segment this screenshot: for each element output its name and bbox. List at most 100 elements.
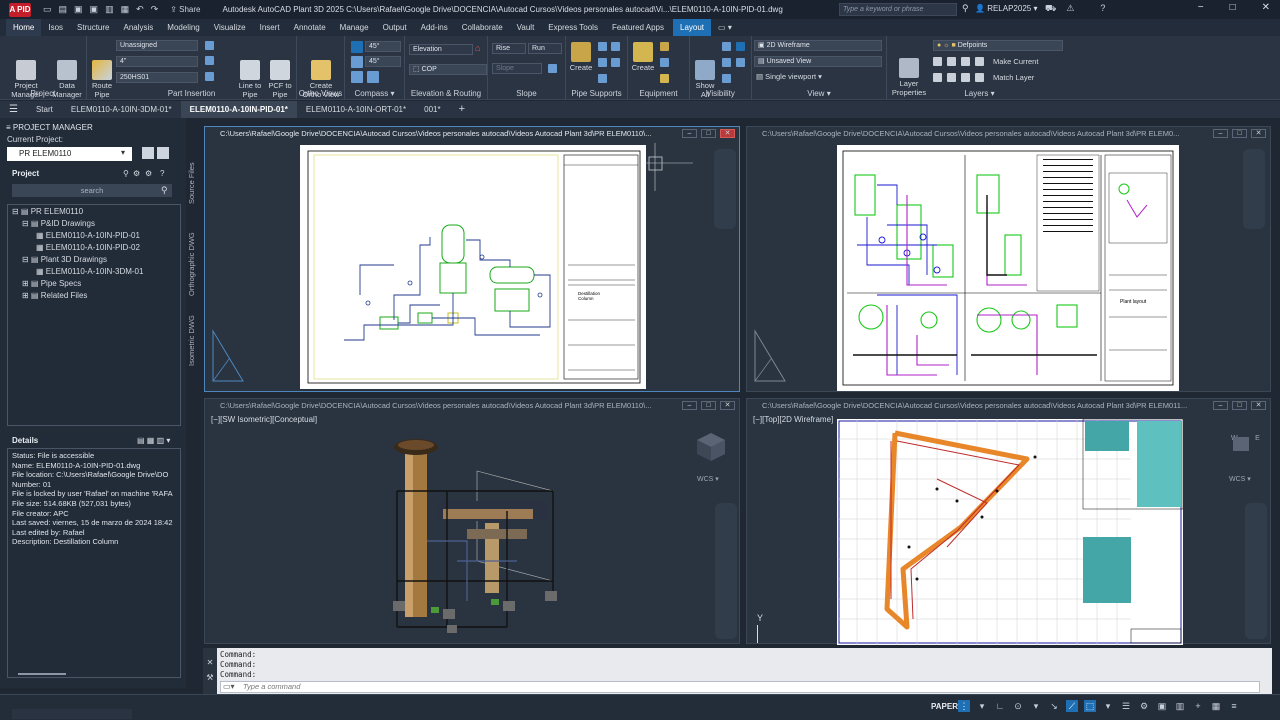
close-icon[interactable]: ✕ xyxy=(1262,2,1270,13)
tab-home[interactable]: Home xyxy=(6,19,42,36)
layer-tool-icon[interactable] xyxy=(961,73,970,82)
compass-toggle-icon[interactable] xyxy=(351,41,363,53)
file-tab[interactable]: ELEM0110-A-10IN-3DM-01* xyxy=(62,101,181,118)
file-tab[interactable]: Start xyxy=(27,101,62,118)
help-icon[interactable]: ? xyxy=(160,169,164,178)
tree-item-pid-01[interactable]: ▦ ELEM0110-A-10IN-PID-01 xyxy=(36,231,140,240)
slope-icon[interactable] xyxy=(548,64,557,73)
maximize-icon[interactable]: □ xyxy=(1232,401,1247,410)
minimize-icon[interactable]: – xyxy=(1213,129,1228,138)
user-account[interactable]: 👤 RELAP2025 ▾ xyxy=(975,4,1037,13)
support-tool-icon[interactable] xyxy=(598,58,607,67)
run-field[interactable]: Run xyxy=(528,43,562,54)
tab-annotate[interactable]: Annotate xyxy=(287,19,333,36)
angle-dropdown-2[interactable]: 45° xyxy=(365,56,401,67)
quick-properties-icon[interactable]: + xyxy=(1192,700,1204,712)
tab-structure[interactable]: Structure xyxy=(70,19,116,36)
app-menu-icon[interactable]: ☰ xyxy=(0,101,27,118)
layer-tool-icon[interactable] xyxy=(947,73,956,82)
file-tab[interactable]: ELEM0110-A-10IN-PID-01* xyxy=(180,101,297,118)
grid-icon[interactable]: ▾ xyxy=(976,700,988,712)
viewport-top-2d[interactable]: C:\Users\Rafael\Google Drive\DOCENCIA\Au… xyxy=(746,398,1271,645)
wrench-icon[interactable]: ⚒ xyxy=(203,673,217,682)
layer-tool-icon[interactable] xyxy=(947,57,956,66)
units-icon[interactable]: ▥ xyxy=(1174,700,1186,712)
wcs-menu[interactable]: WCS ▾ xyxy=(1229,475,1251,483)
app-logo[interactable]: A PID xyxy=(9,2,31,17)
tab-orthographic-dwg[interactable]: Orthographic DWG xyxy=(187,222,201,306)
layout-tabs-strip[interactable] xyxy=(12,709,132,719)
navigation-bar[interactable] xyxy=(715,503,737,639)
help-search-input[interactable]: Type a keyword or phrase xyxy=(839,3,957,16)
snap-icon[interactable]: ⋮ xyxy=(958,700,970,712)
chevron-down-icon[interactable]: ▾ xyxy=(121,148,125,157)
viewcube[interactable] xyxy=(693,429,729,465)
service-dropdown[interactable]: Unassigned xyxy=(116,40,198,51)
new-icon[interactable]: ▭ xyxy=(43,4,52,15)
make-current-button[interactable]: Make Current xyxy=(993,57,1038,66)
selection-cycle-icon[interactable]: ⬚ xyxy=(1084,700,1096,712)
equipment-tool-icon[interactable] xyxy=(660,42,669,51)
minimize-icon[interactable]: – xyxy=(1213,401,1228,410)
compass-icon[interactable] xyxy=(351,71,363,83)
visual-style-dropdown[interactable]: ▣ 2D Wireframe xyxy=(754,40,882,51)
command-line-handle[interactable]: ✕ ⚒ xyxy=(203,648,217,694)
tool-icon[interactable] xyxy=(205,72,214,81)
share-button[interactable]: ⇪ Share xyxy=(170,5,200,14)
annotation-icon[interactable]: ▾ xyxy=(1102,700,1114,712)
clean-screen-icon[interactable]: ≡ xyxy=(1228,700,1240,712)
equipment-tool-icon[interactable] xyxy=(660,58,669,67)
ortho-icon[interactable]: ∟ xyxy=(994,700,1006,712)
lineweight-icon[interactable]: ⟋ xyxy=(1066,700,1078,712)
paper-space-toggle[interactable]: PAPER xyxy=(931,702,958,711)
annotation-monitor-icon[interactable]: ▣ xyxy=(1156,700,1168,712)
visibility-tool-icon[interactable] xyxy=(736,42,745,51)
details-toolbar-icons[interactable]: ▤ ▦ ▥ ▾ xyxy=(137,436,170,445)
properties-icon[interactable]: ☰ xyxy=(1120,700,1132,712)
viewport-pid[interactable]: C:\Users\Rafael\Google Drive\DOCENCIA\Au… xyxy=(204,126,740,392)
close-icon[interactable]: ✕ xyxy=(1251,401,1266,410)
support-tool-icon[interactable] xyxy=(611,42,620,51)
otrack-icon[interactable]: ↘ xyxy=(1048,700,1060,712)
search-icon[interactable]: ⚲ xyxy=(123,169,129,178)
navigation-bar[interactable] xyxy=(1245,503,1267,639)
tab-express-tools[interactable]: Express Tools xyxy=(541,19,605,36)
elevation-icon[interactable]: ⌂ xyxy=(475,43,480,53)
save-as-icon[interactable]: ▣ xyxy=(90,4,99,15)
tree-item-3dm-01[interactable]: ▦ ELEM0110-A-10IN-3DM-01 xyxy=(36,267,143,276)
current-project-dropdown[interactable]: PR ELEM0110 xyxy=(7,147,132,161)
tree-item-plant3d-drawings[interactable]: ⊟ ▤ Plant 3D Drawings xyxy=(22,255,107,264)
tab-layout[interactable]: Layout xyxy=(673,19,712,36)
spec-dropdown[interactable]: 250HS01 xyxy=(116,72,198,83)
command-input[interactable]: Type a command xyxy=(220,681,1260,693)
create-equipment-button[interactable]: Create xyxy=(629,42,657,72)
rise-field[interactable]: Rise xyxy=(492,43,526,54)
support-tool-icon[interactable] xyxy=(598,42,607,51)
filter-icon[interactable]: ⚙ xyxy=(133,169,140,178)
tab-analysis[interactable]: Analysis xyxy=(116,19,160,36)
project-search-input[interactable]: search xyxy=(12,184,172,197)
save-icon[interactable]: ▣ xyxy=(74,4,83,15)
tab-visualize[interactable]: Visualize xyxy=(207,19,253,36)
copy-icon[interactable] xyxy=(157,147,169,159)
tab-output[interactable]: Output xyxy=(376,19,414,36)
close-icon[interactable]: ✕ xyxy=(720,129,735,138)
minimize-icon[interactable]: – xyxy=(682,401,697,410)
tab-add-ins[interactable]: Add-ins xyxy=(414,19,455,36)
tab-vault[interactable]: Vault xyxy=(510,19,542,36)
layer-dropdown[interactable]: ● ☼ ■ Defpoints xyxy=(933,40,1063,51)
angle-dropdown-1[interactable]: 45° xyxy=(365,41,401,52)
support-tool-icon[interactable] xyxy=(598,74,607,83)
search-icon[interactable]: ⚲ xyxy=(161,185,168,196)
help-icon[interactable]: ? xyxy=(1100,3,1105,15)
ribbon-options-icon[interactable]: ▭ ▾ xyxy=(711,19,739,36)
layer-tool-icon[interactable] xyxy=(933,73,942,82)
navigation-bar[interactable] xyxy=(1243,149,1265,229)
tree-item-root[interactable]: ⊟ ▤ PR ELEM0110 xyxy=(12,207,83,216)
saved-view-dropdown[interactable]: ▤ Unsaved View xyxy=(754,56,882,67)
tree-item-pid-drawings[interactable]: ⊟ ▤ P&ID Drawings xyxy=(22,219,95,228)
minimize-icon[interactable]: – xyxy=(682,129,697,138)
file-tab[interactable]: ELEM0110-A-10IN-ORT-01* xyxy=(297,101,415,118)
viewport-view-label[interactable]: [−][Top][2D Wireframe] xyxy=(753,415,833,424)
compass-icon[interactable] xyxy=(367,71,379,83)
